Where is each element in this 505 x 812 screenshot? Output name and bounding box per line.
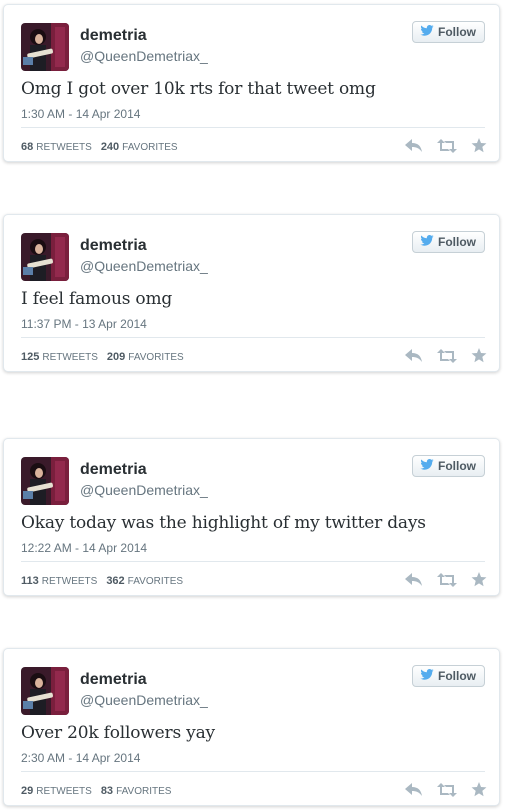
follow-label: Follow [438,235,476,249]
retweet-count[interactable]: 125 RETWEETS [21,351,98,363]
retweet-count-label: RETWEETS [36,142,92,153]
favorite-count-label: FAVORITES [127,576,184,587]
follow-label: Follow [438,459,476,473]
favorite-count[interactable]: 240 FAVORITES [101,141,178,153]
tweet-stats: 68 RETWEETS 240 FAVORITES [21,141,182,153]
avatar[interactable] [21,233,69,281]
retweet-count-label: RETWEETS [42,352,98,363]
user-handle[interactable]: @QueenDemetriax_ [80,482,208,498]
follow-button[interactable]: Follow [412,455,485,477]
retweet-count-value: 29 [21,785,34,797]
tweet-timestamp[interactable]: 11:37 PM - 13 Apr 2014 [21,317,147,331]
favorite-count-label: FAVORITES [122,142,178,153]
divider [21,127,485,128]
follow-label: Follow [438,25,476,39]
retweet-count-value: 68 [21,141,34,153]
follow-label: Follow [438,669,476,683]
retweet-count[interactable]: 68 RETWEETS [21,141,92,153]
favorite-count-value: 83 [100,785,114,797]
divider [21,337,485,338]
retweet-count-value: 113 [21,575,39,587]
divider [21,561,485,562]
tweet-text: I feel famous omg [21,289,173,309]
favorite-count-value: 209 [106,351,126,363]
tweet-card: demetria @QueenDemetriax_ Follow I feel … [3,214,500,372]
retweet-count-label: RETWEETS [41,576,98,587]
retweet-count[interactable]: 113 RETWEETS [21,575,97,587]
tweet-stats: 125 RETWEETS 209 FAVORITES [21,351,188,363]
tweet-text: Okay today was the highlight of my twitt… [21,513,426,533]
tweet-text: Over 20k followers yay [21,723,215,743]
reply-icon[interactable] [405,572,423,587]
favorite-count[interactable]: 362 FAVORITES [106,575,183,587]
tweet-card: demetria @QueenDemetriax_ Follow Over 20… [3,648,500,806]
tweet-card: demetria @QueenDemetriax_ Follow Okay to… [3,438,500,596]
tweet-actions [405,572,487,587]
favorite-count-label: FAVORITES [116,786,172,797]
favorite-count-label: FAVORITES [128,352,184,363]
user-handle[interactable]: @QueenDemetriax_ [80,258,208,274]
reply-icon[interactable] [405,782,423,797]
tweet-timestamp[interactable]: 1:30 AM - 14 Apr 2014 [21,107,140,121]
display-name[interactable]: demetria [80,461,147,479]
display-name[interactable]: demetria [80,27,147,45]
display-name[interactable]: demetria [80,237,147,255]
avatar[interactable] [21,23,69,71]
favorite-count-value: 240 [100,141,120,153]
avatar[interactable] [21,457,69,505]
retweet-count-value: 125 [21,351,40,363]
favorite-count[interactable]: 209 FAVORITES [107,351,184,363]
divider [21,771,485,772]
user-handle[interactable]: @QueenDemetriax_ [80,692,208,708]
avatar[interactable] [21,667,69,715]
retweet-icon[interactable] [437,572,457,587]
favorite-icon[interactable] [471,572,487,587]
tweet-stats: 113 RETWEETS 362 FAVORITES [21,575,187,587]
favorite-count[interactable]: 83 FAVORITES [101,785,172,797]
tweet-actions [405,348,487,363]
reply-icon[interactable] [405,138,423,153]
retweet-icon[interactable] [437,348,457,363]
tweet-timestamp[interactable]: 2:30 AM - 14 Apr 2014 [21,751,140,765]
tweet-actions [405,138,487,153]
tweet-timestamp[interactable]: 12:22 AM - 14 Apr 2014 [21,541,147,555]
retweet-icon[interactable] [437,782,457,797]
tweet-text: Omg I got over 10k rts for that tweet om… [21,79,376,99]
twitter-bird-icon [420,25,434,39]
user-handle[interactable]: @QueenDemetriax_ [80,48,208,64]
display-name[interactable]: demetria [80,671,147,689]
retweet-count-label: RETWEETS [36,786,92,797]
reply-icon[interactable] [405,348,423,363]
favorite-icon[interactable] [471,348,487,363]
favorite-count-value: 362 [106,575,125,587]
retweet-count[interactable]: 29 RETWEETS [21,785,92,797]
tweet-actions [405,782,487,797]
twitter-bird-icon [420,235,434,249]
favorite-icon[interactable] [471,138,487,153]
follow-button[interactable]: Follow [412,231,485,253]
follow-button[interactable]: Follow [412,665,485,687]
retweet-icon[interactable] [437,138,457,153]
twitter-bird-icon [420,669,434,683]
tweet-stats: 29 RETWEETS 83 FAVORITES [21,785,175,797]
follow-button[interactable]: Follow [412,21,485,43]
tweet-card: demetria @QueenDemetriax_ Follow Omg I g… [3,4,500,162]
favorite-icon[interactable] [471,782,487,797]
twitter-bird-icon [420,459,434,473]
